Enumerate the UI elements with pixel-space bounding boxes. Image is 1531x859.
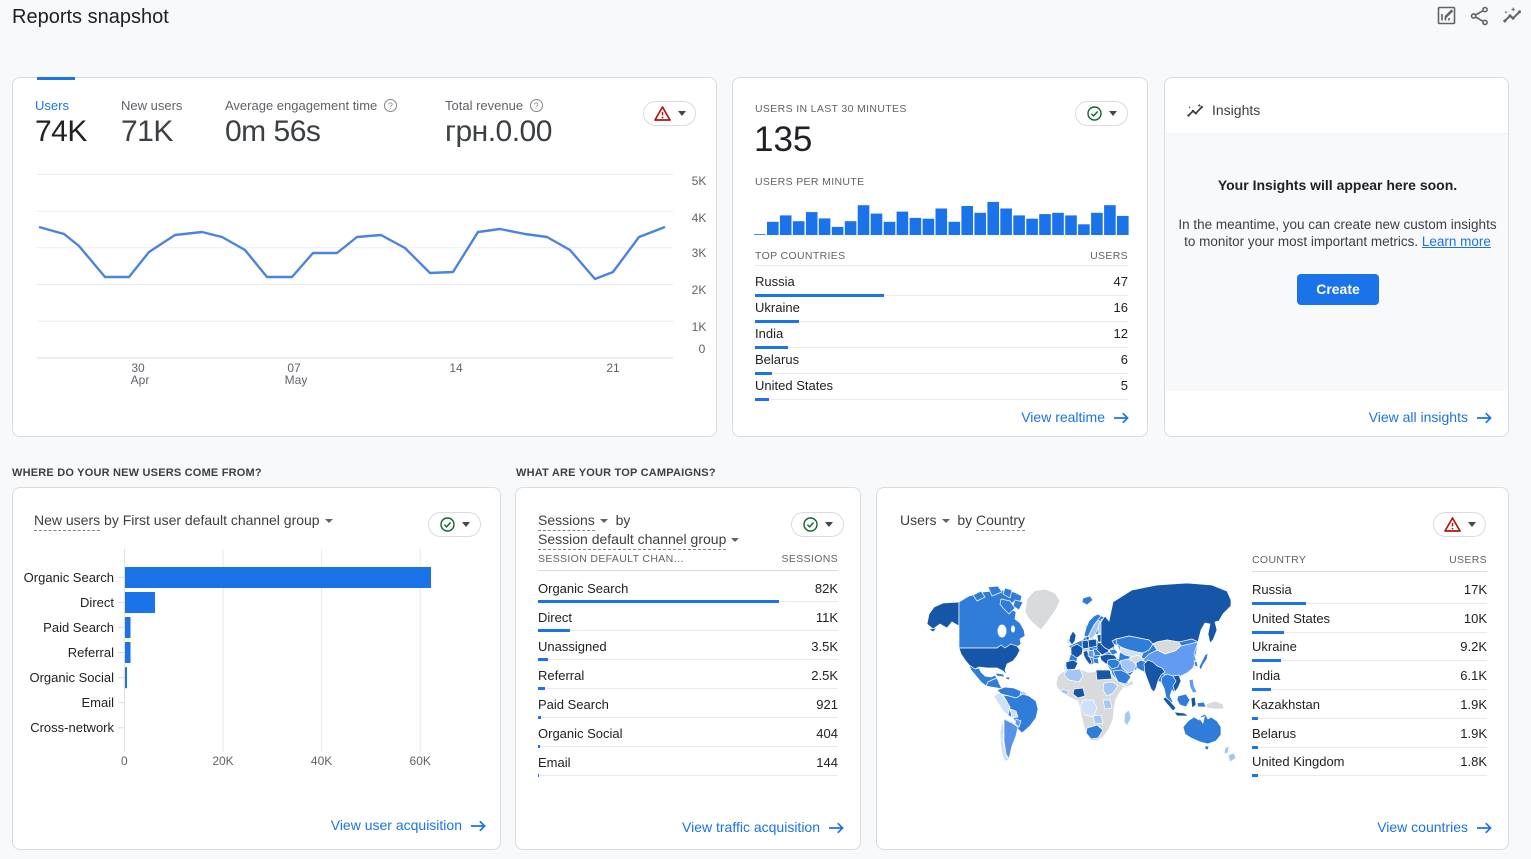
svg-text:4K: 4K <box>692 211 707 225</box>
svg-text:0: 0 <box>121 754 128 768</box>
svg-text:3K: 3K <box>692 246 707 260</box>
svg-text:60K: 60K <box>410 754 431 768</box>
svg-text:1K: 1K <box>692 320 707 334</box>
svg-text:May: May <box>285 373 308 387</box>
svg-text:14: 14 <box>449 361 463 375</box>
svg-text:Apr: Apr <box>131 373 150 387</box>
svg-text:21: 21 <box>606 361 620 375</box>
svg-text:Organic Search: Organic Search <box>24 570 114 585</box>
svg-text:Email: Email <box>81 695 114 710</box>
svg-text:Organic Social: Organic Social <box>29 670 114 685</box>
svg-text:Cross-network: Cross-network <box>30 720 114 735</box>
svg-text:0: 0 <box>699 342 706 356</box>
svg-text:Referral: Referral <box>68 645 114 660</box>
svg-text:2K: 2K <box>692 283 707 297</box>
svg-text:5K: 5K <box>692 174 707 188</box>
svg-text:Direct: Direct <box>80 595 114 610</box>
svg-text:Paid Search: Paid Search <box>43 620 114 635</box>
svg-text:40K: 40K <box>311 754 332 768</box>
svg-text:20K: 20K <box>212 754 233 768</box>
